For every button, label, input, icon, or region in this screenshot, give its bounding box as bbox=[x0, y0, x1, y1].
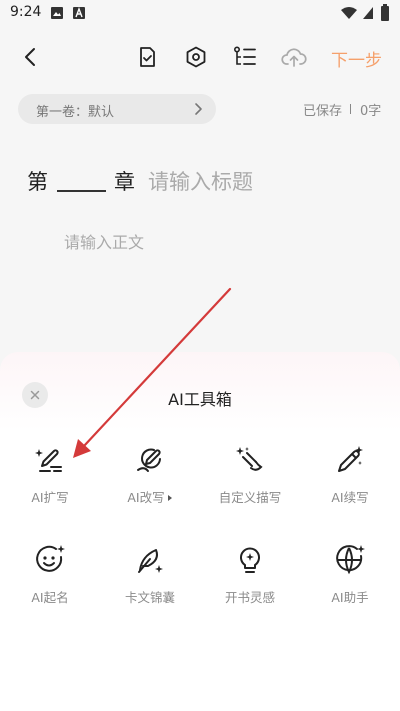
tool-label: AI续写 bbox=[331, 490, 369, 505]
hexagon-settings-icon bbox=[186, 46, 206, 68]
tool-label: 自定义描写 bbox=[218, 490, 282, 505]
chapter-title-input[interactable]: 请输入标题 bbox=[148, 166, 253, 196]
status-divider bbox=[350, 104, 351, 114]
magic-pen-icon bbox=[338, 446, 363, 472]
volume-label: 第一卷：默认 bbox=[36, 105, 115, 120]
chapter-suffix: 章 bbox=[114, 170, 135, 194]
globe-sparkle-icon bbox=[336, 545, 365, 575]
tool-ai-expand[interactable]: AI扩写 bbox=[0, 444, 100, 528]
chapter-number-input[interactable] bbox=[57, 190, 106, 192]
volume-selector[interactable]: 第一卷：默认 bbox=[18, 94, 216, 124]
tool-custom-description[interactable]: 自定义描写 bbox=[200, 444, 300, 528]
feather-icon bbox=[138, 549, 163, 573]
tool-label: AI起名 bbox=[31, 590, 69, 605]
tool-label: 卡文锦囊 bbox=[124, 590, 175, 605]
back-button[interactable] bbox=[16, 42, 46, 72]
outline-button[interactable] bbox=[230, 42, 260, 72]
upload-button[interactable] bbox=[279, 42, 309, 72]
pen-loop-icon bbox=[137, 448, 161, 472]
tool-label: 开书灵感 bbox=[224, 590, 275, 605]
editor-toolbar: 下一步 bbox=[0, 32, 400, 82]
panel-title: AI工具箱 bbox=[168, 390, 232, 409]
play-indicator-icon bbox=[167, 495, 172, 501]
smile-face-sparkle-icon bbox=[36, 545, 65, 572]
cloud-upload-icon bbox=[281, 48, 307, 67]
ai-toolbox-panel: AI工具箱 AI扩写 AI改写 自定义描写 AI续写 AI起名 卡文锦囊 开书灵… bbox=[0, 352, 400, 711]
status-time: 9:24 bbox=[10, 4, 42, 20]
status-bar: 9:24 bbox=[0, 0, 400, 28]
word-count: 0字 bbox=[360, 104, 382, 119]
battery-icon bbox=[381, 4, 389, 21]
settings-button[interactable] bbox=[181, 42, 211, 72]
wifi-icon bbox=[341, 7, 357, 19]
tool-writers-block-tips[interactable]: 卡文锦囊 bbox=[100, 544, 200, 628]
pen-lines-sparkle-icon bbox=[35, 449, 62, 472]
brush-stroke-icon bbox=[236, 447, 263, 471]
chevron-right-icon bbox=[195, 103, 202, 115]
next-step-button[interactable]: 下一步 bbox=[331, 46, 382, 71]
list-tree-icon bbox=[233, 46, 256, 65]
tool-ai-assistant[interactable]: AI助手 bbox=[300, 544, 400, 628]
tool-ai-rewrite[interactable]: AI改写 bbox=[100, 444, 200, 528]
gallery-icon bbox=[51, 7, 63, 19]
app-notification-icon bbox=[73, 7, 85, 19]
chapter-prefix: 第 bbox=[27, 170, 48, 194]
lightbulb-icon bbox=[240, 547, 260, 573]
back-arrow-icon bbox=[25, 48, 35, 66]
tool-label-text: AI改写 bbox=[127, 490, 165, 505]
tool-ai-naming[interactable]: AI起名 bbox=[0, 544, 100, 628]
tool-label: AI扩写 bbox=[31, 490, 69, 505]
saved-status: 已保存 bbox=[303, 104, 343, 119]
tool-label: AI助手 bbox=[331, 590, 369, 605]
tool-ai-continue[interactable]: AI续写 bbox=[300, 444, 400, 528]
body-text-input[interactable]: 请输入正文 bbox=[64, 229, 144, 253]
signal-icon bbox=[363, 7, 373, 19]
check-document-button[interactable] bbox=[132, 42, 162, 72]
tool-label: AI改写 bbox=[100, 487, 200, 506]
document-check-icon bbox=[140, 47, 155, 67]
tool-book-inspiration[interactable]: 开书灵感 bbox=[200, 544, 300, 628]
